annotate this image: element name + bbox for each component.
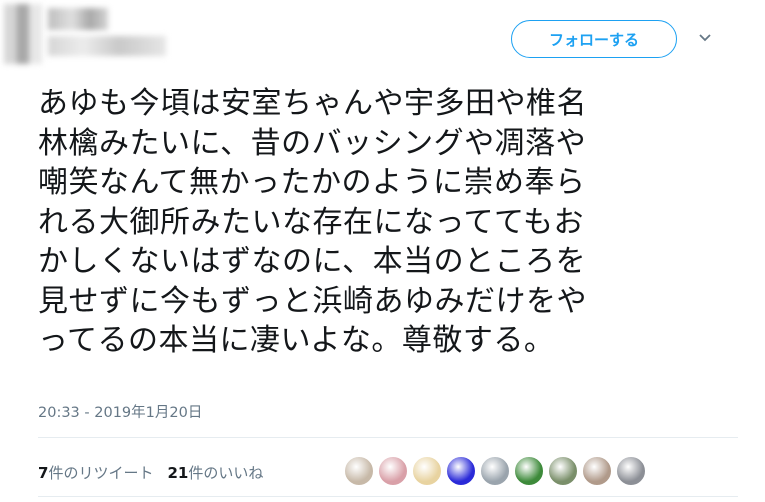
avatar-5[interactable] [480, 456, 510, 486]
author-handle-redacted[interactable] [48, 36, 166, 56]
avatar-2[interactable] [378, 456, 408, 486]
divider [38, 496, 738, 497]
avatar-4[interactable] [446, 456, 476, 486]
author-avatar[interactable] [4, 4, 42, 64]
liker-avatars [344, 456, 650, 486]
tweet-text-line: 林檎みたいに、昔のバッシングや凋落や [38, 125, 587, 161]
tweet-card: フォローする あゆも今頃は安室ちゃんや宇多田や椎名 林檎みたいに、昔のバッシング… [0, 0, 765, 502]
tweet-text-line: かしくないはずなのに、本当のところを [38, 244, 587, 279]
tweet-text-line: れる大御所みたいな存在になっててもお [38, 204, 584, 240]
like-label: 件のいいね [188, 464, 264, 482]
chevron-down-icon[interactable] [697, 30, 713, 46]
retweet-label: 件のリツイート [48, 464, 154, 482]
tweet-timestamp[interactable]: 20:33 - 2019年1月20日 [38, 401, 202, 422]
avatar-3[interactable] [412, 456, 442, 486]
divider [38, 437, 738, 438]
retweet-stat[interactable]: 7件のリツイート [38, 462, 153, 483]
tweet-text-line: あゆも今頃は安室ちゃんや宇多田や椎名 [38, 86, 587, 121]
avatar-7[interactable] [548, 456, 578, 486]
tweet-text-line: ってるの本当に凄いよな。尊敬する。 [38, 323, 555, 358]
avatar-6[interactable] [514, 456, 544, 486]
like-count: 21 [167, 464, 189, 482]
tweet-text-line: 見せずに今もずっと浜崎あゆみだけをや [38, 283, 587, 319]
author-name-redacted[interactable] [48, 8, 108, 30]
avatar-9[interactable] [616, 456, 646, 486]
like-stat[interactable]: 21件のいいね [167, 462, 263, 483]
retweet-count: 7 [38, 464, 49, 482]
follow-button[interactable]: フォローする [511, 20, 677, 58]
avatar-8[interactable] [582, 456, 612, 486]
tweet-text: あゆも今頃は安室ちゃんや宇多田や椎名 林檎みたいに、昔のバッシングや凋落や 嘲笑… [38, 84, 738, 361]
avatar-1[interactable] [344, 456, 374, 486]
tweet-text-line: 嘲笑なんて無かったかのように崇め奉ら [38, 165, 586, 200]
tweet-stats: 7件のリツイート 21件のいいね [38, 462, 277, 483]
